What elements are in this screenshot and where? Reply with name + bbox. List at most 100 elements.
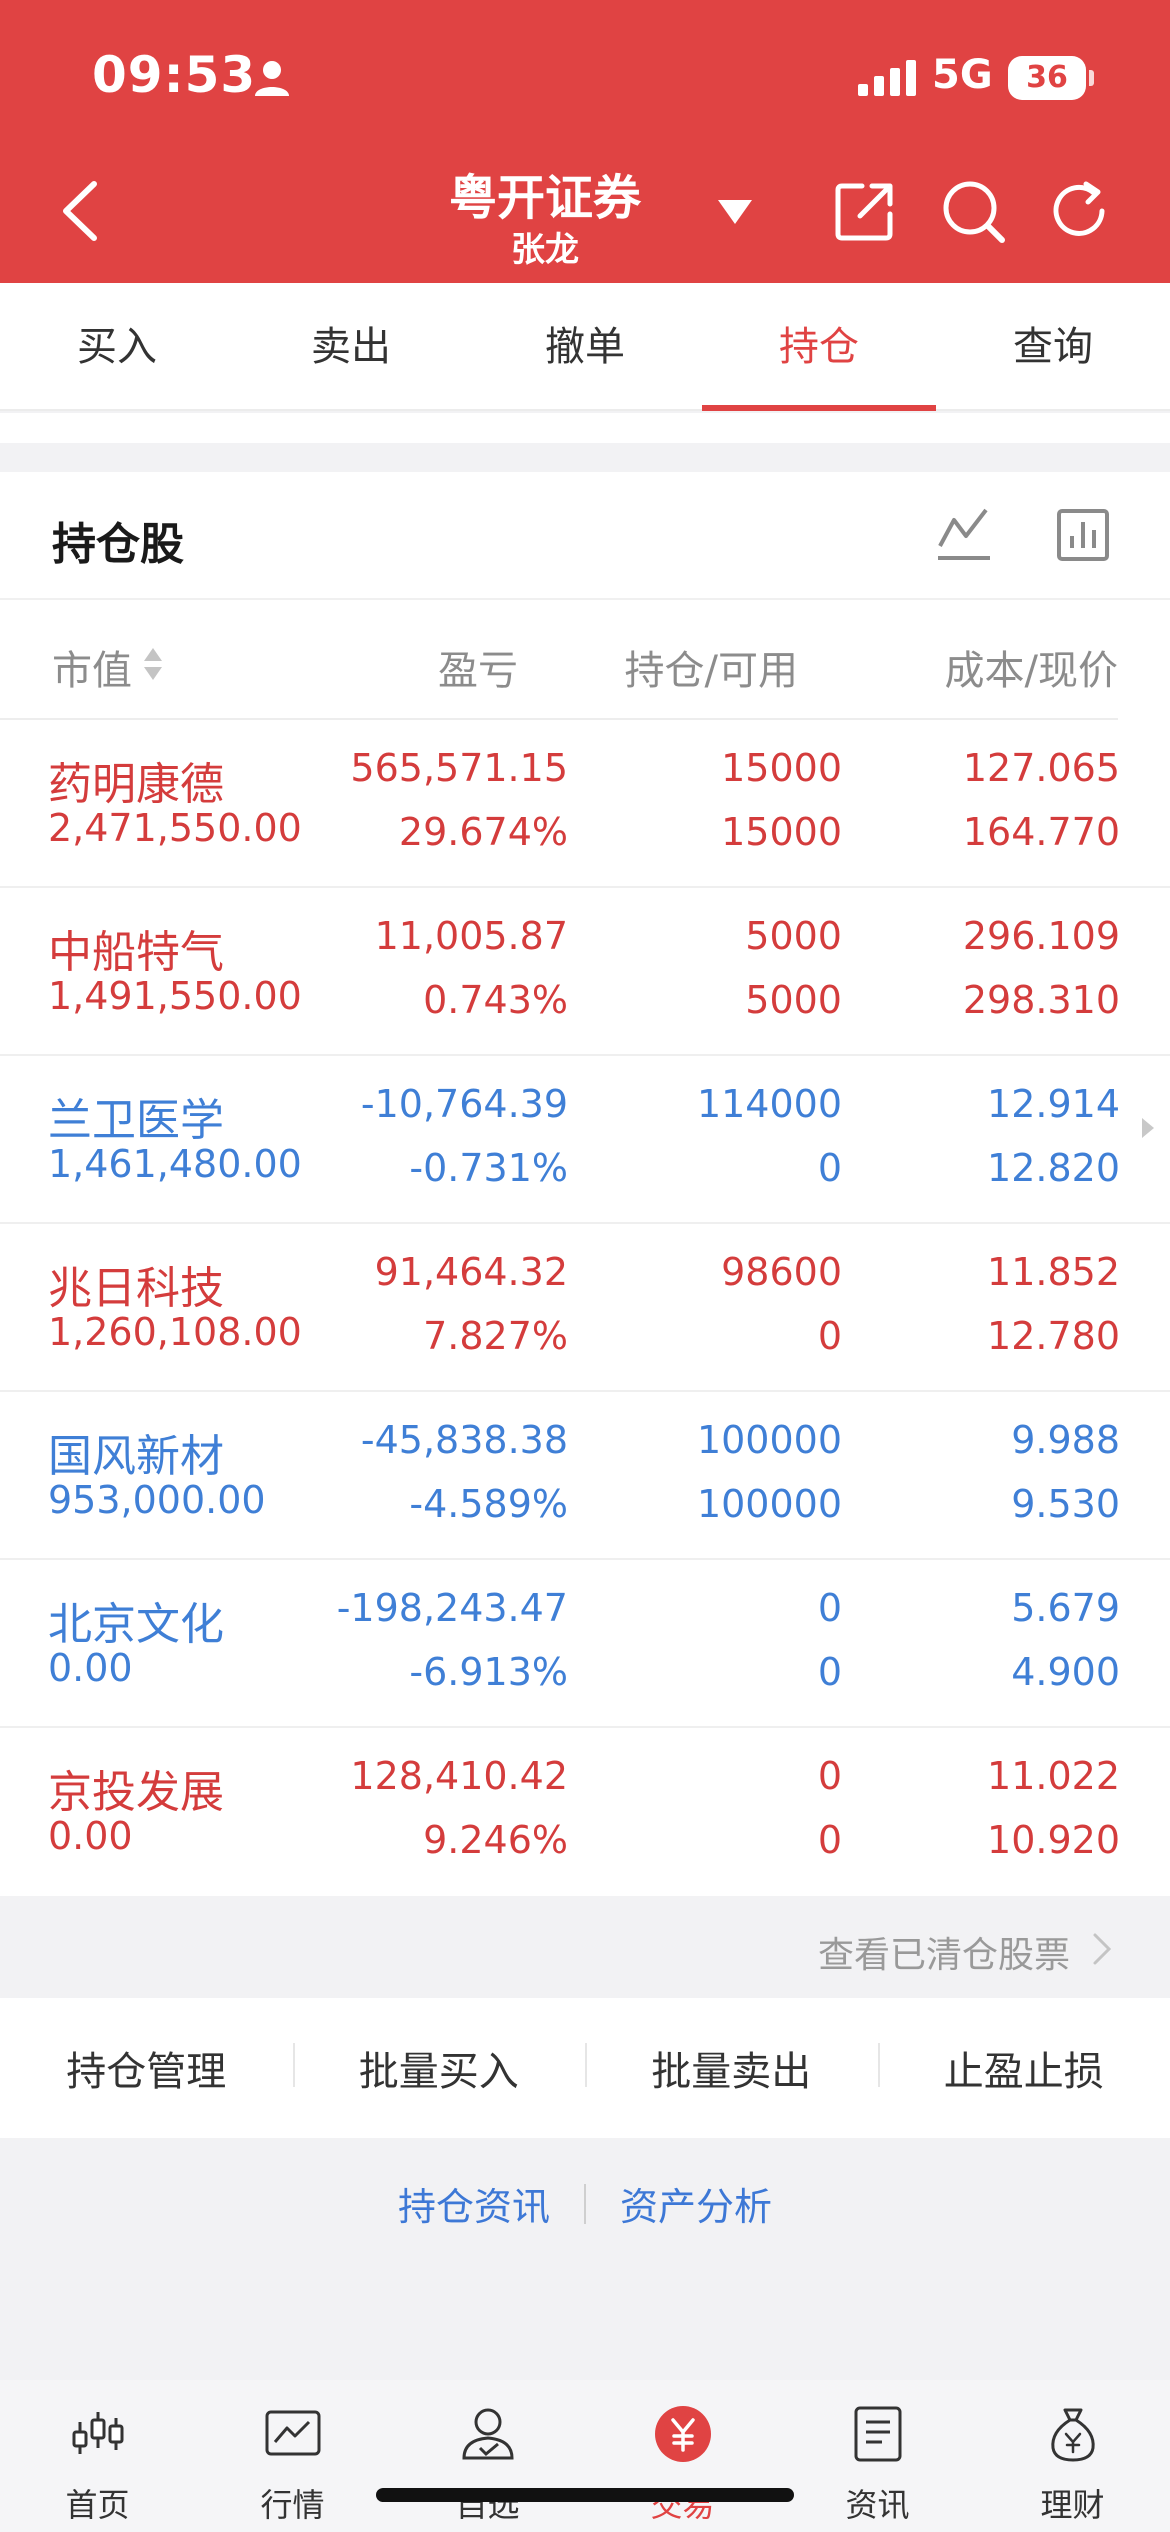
nav-watchlist[interactable]: 自选 <box>390 2380 585 2532</box>
nav-label: 交易 <box>650 2486 715 2524</box>
current-price: 164.770 <box>962 810 1120 854</box>
cleared-stocks-link[interactable]: 查看已清仓股票 <box>818 1926 1070 1978</box>
holdings-title: 持仓股 <box>52 519 184 570</box>
profit-loss-pct: -4.589% <box>409 1482 568 1526</box>
yuan-coin-icon <box>654 2406 711 2462</box>
asset-analysis-link[interactable]: 资产分析 <box>586 2176 806 2231</box>
summary-strip <box>0 413 1170 443</box>
position-qty: 98600 <box>721 1250 842 1294</box>
stock-name: 药明康德 <box>48 759 224 810</box>
available-qty: 0 <box>817 1818 842 1862</box>
table-row[interactable]: 中船特气 1,491,550.00 11,005.87 0.743% 5000 … <box>0 888 1170 1056</box>
bottom-nav: 首页 行情 自选 交易 资讯 理财 <box>0 2380 1170 2532</box>
available-qty: 15000 <box>721 810 842 854</box>
stock-name: 中船特气 <box>48 927 224 978</box>
position-qty: 114000 <box>696 1082 842 1126</box>
holdings-actions: 持仓管理 批量买入 批量卖出 止盈止损 <box>0 1998 1170 2138</box>
profit-loss: -10,764.39 <box>360 1082 568 1126</box>
refresh-icon[interactable] <box>1046 178 1112 244</box>
sort-icon[interactable] <box>142 646 164 682</box>
info-links: 持仓资讯 资产分析 <box>0 2176 1170 2256</box>
nav-wealth[interactable]: 理财 <box>975 2380 1170 2532</box>
bar-chart-icon[interactable] <box>1056 508 1110 562</box>
table-row[interactable]: 京投发展 0.00 128,410.42 9.246% 0 0 11.022 1… <box>0 1728 1170 1896</box>
available-qty: 0 <box>817 1146 842 1190</box>
table-row[interactable]: 兆日科技 1,260,108.00 91,464.32 7.827% 98600… <box>0 1224 1170 1392</box>
caret-down-icon[interactable] <box>716 198 754 226</box>
nav-label: 自选 <box>455 2486 520 2524</box>
tab-sell[interactable]: 卖出 <box>234 283 468 409</box>
market-value: 1,461,480.00 <box>48 1142 302 1186</box>
stock-name: 国风新材 <box>48 1431 224 1482</box>
tab-buy[interactable]: 买入 <box>0 283 234 409</box>
profit-loss: -198,243.47 <box>336 1586 568 1630</box>
cost-price: 9.988 <box>1011 1418 1120 1462</box>
table-row[interactable]: 北京文化 0.00 -198,243.47 -6.913% 0 0 5.679 … <box>0 1560 1170 1728</box>
available-qty: 5000 <box>745 978 842 1022</box>
table-row[interactable]: 国风新材 953,000.00 -45,838.38 -4.589% 10000… <box>0 1392 1170 1560</box>
profit-loss-pct: -6.913% <box>409 1650 568 1694</box>
back-arrow-icon[interactable] <box>56 178 104 244</box>
table-row[interactable]: 兰卫医学 1,461,480.00 -10,764.39 -0.731% 114… <box>0 1056 1170 1224</box>
current-price: 298.310 <box>962 978 1120 1022</box>
current-price: 10.920 <box>987 1818 1120 1862</box>
status-time: 09:53 <box>92 46 257 104</box>
profit-loss: -45,838.38 <box>360 1418 568 1462</box>
nav-trade[interactable]: 交易 <box>585 2380 780 2532</box>
battery-tip <box>1089 70 1094 86</box>
cleared-stocks-bar[interactable]: 查看已清仓股票 <box>0 1898 1170 1998</box>
broker-title[interactable]: 粤开证券 <box>380 158 710 228</box>
chevron-right-icon <box>1093 1933 1112 1965</box>
batch-buy-button[interactable]: 批量买入 <box>292 2039 586 2097</box>
position-qty: 100000 <box>696 1418 842 1462</box>
tab-query[interactable]: 查询 <box>936 283 1170 409</box>
trade-tabs: 买入 卖出 撤单 持仓 查询 <box>0 283 1170 411</box>
profit-loss-pct: 9.246% <box>423 1818 568 1862</box>
user-check-icon <box>461 2408 514 2460</box>
share-icon[interactable] <box>832 178 898 244</box>
tab-cancel-order[interactable]: 撤单 <box>468 283 702 409</box>
position-qty: 0 <box>817 1754 842 1798</box>
nav-market[interactable]: 行情 <box>195 2380 390 2532</box>
profit-loss-pct: -0.731% <box>409 1146 568 1190</box>
tab-holdings[interactable]: 持仓 <box>702 283 936 411</box>
current-price: 4.900 <box>1011 1650 1120 1694</box>
table-row[interactable]: 药明康德 2,471,550.00 565,571.15 29.674% 150… <box>0 720 1170 888</box>
available-qty: 0 <box>817 1650 842 1694</box>
current-price: 12.820 <box>987 1146 1120 1190</box>
profit-loss: 128,410.42 <box>350 1754 568 1798</box>
nav-label: 行情 <box>260 2486 325 2524</box>
holdings-column-header: 市值 盈亏 持仓/可用 成本/现价 <box>0 600 1118 720</box>
candlestick-icon <box>72 2412 123 2454</box>
current-price: 12.780 <box>987 1314 1120 1358</box>
holdings-list: 药明康德 2,471,550.00 565,571.15 29.674% 150… <box>0 720 1170 1896</box>
home-indicator[interactable] <box>376 2488 794 2502</box>
nav-home[interactable]: 首页 <box>0 2380 195 2532</box>
holdings-news-link[interactable]: 持仓资讯 <box>364 2176 584 2231</box>
holdings-card-header: 持仓股 <box>0 472 1170 600</box>
nav-news[interactable]: 资讯 <box>780 2380 975 2532</box>
col-profit-loss: 盈亏 <box>438 648 518 694</box>
available-qty: 0 <box>817 1314 842 1358</box>
position-management-button[interactable]: 持仓管理 <box>0 2039 293 2097</box>
cost-price: 5.679 <box>1011 1586 1120 1630</box>
take-profit-stop-loss-button[interactable]: 止盈止损 <box>877 2039 1170 2097</box>
market-value: 953,000.00 <box>48 1478 266 1522</box>
network-label: 5G <box>932 52 993 98</box>
cost-price: 12.914 <box>987 1082 1120 1126</box>
position-qty: 0 <box>817 1586 842 1630</box>
available-qty: 100000 <box>696 1482 842 1526</box>
col-market-value[interactable]: 市值 <box>52 638 132 696</box>
money-bag-icon <box>1050 2408 1095 2462</box>
batch-sell-button[interactable]: 批量卖出 <box>585 2039 878 2097</box>
cost-price: 11.022 <box>987 1754 1120 1798</box>
profit-loss-pct: 0.743% <box>423 978 568 1022</box>
nav-label: 首页 <box>65 2486 130 2524</box>
search-icon[interactable] <box>940 178 1006 244</box>
profit-loss-pct: 7.827% <box>423 1314 568 1358</box>
market-value: 0.00 <box>48 1814 133 1858</box>
nav-label: 资讯 <box>845 2486 910 2524</box>
app-header: 09:53 5G 36 粤开证券 张龙 <box>0 0 1170 283</box>
trend-line-icon[interactable] <box>936 506 992 562</box>
position-qty: 15000 <box>721 746 842 790</box>
